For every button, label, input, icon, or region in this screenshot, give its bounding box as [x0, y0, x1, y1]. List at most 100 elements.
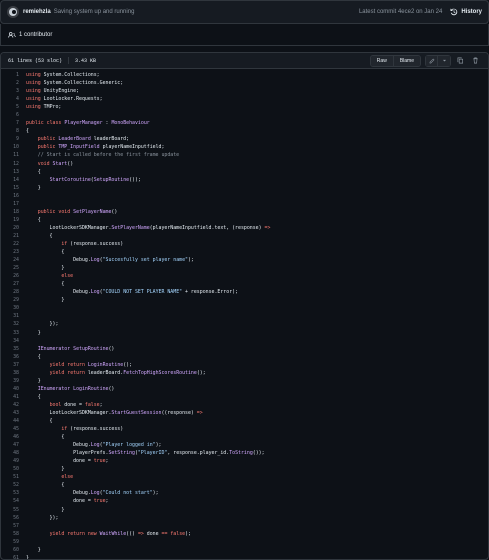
line-number[interactable]: 57: [1, 522, 19, 530]
line-number[interactable]: 5: [1, 103, 19, 111]
line-number[interactable]: 6: [1, 111, 19, 119]
line-number[interactable]: 32: [1, 320, 19, 328]
line-number[interactable]: 60: [1, 546, 19, 554]
line-number[interactable]: 50: [1, 465, 19, 473]
line-number[interactable]: 29: [1, 296, 19, 304]
line-number[interactable]: 26: [1, 272, 19, 280]
code-line: 31: [1, 312, 488, 320]
code-line: 32 });: [1, 320, 488, 328]
line-number[interactable]: 37: [1, 361, 19, 369]
latest-commit-info[interactable]: Latest commit 4ece2 on Jan 24: [359, 9, 442, 15]
contributors-label[interactable]: 1 contributor: [19, 32, 52, 38]
line-number[interactable]: 27: [1, 280, 19, 288]
line-source: using TMPro;: [26, 104, 62, 111]
line-number[interactable]: 16: [1, 192, 19, 200]
line-number[interactable]: 7: [1, 119, 19, 127]
line-number[interactable]: 58: [1, 530, 19, 538]
line-number[interactable]: 33: [1, 329, 19, 337]
line-number[interactable]: 18: [1, 208, 19, 216]
line-source: bool done = false;: [49, 401, 103, 408]
line-number[interactable]: 3: [1, 87, 19, 95]
line-source: {: [26, 393, 41, 400]
history-button[interactable]: History: [450, 8, 482, 16]
line-number[interactable]: 44: [1, 417, 19, 425]
line-number[interactable]: 20: [1, 224, 19, 232]
edit-button[interactable]: [426, 55, 438, 66]
line-number[interactable]: 39: [1, 377, 19, 385]
line-source: {: [26, 168, 41, 175]
line-number[interactable]: 12: [1, 160, 19, 168]
line-number[interactable]: 15: [1, 184, 19, 192]
code-listing[interactable]: 1 using System.Collections; 2 using System.…: [1, 71, 488, 559]
code-line: 17: [1, 200, 488, 208]
code-line: 19 {: [1, 216, 488, 224]
line-number[interactable]: 17: [1, 200, 19, 208]
raw-button[interactable]: Raw: [370, 55, 394, 66]
line-number[interactable]: 43: [1, 409, 19, 417]
code-line: 56 });: [1, 514, 488, 522]
line-number[interactable]: 28: [1, 288, 19, 296]
line-source: }: [26, 184, 41, 191]
line-source: [19, 337, 26, 345]
author-avatar[interactable]: [7, 6, 19, 18]
line-number[interactable]: 42: [1, 401, 19, 409]
code-line: 37 yield return LoginRoutine();: [1, 361, 488, 369]
code-line: 40 IEnumerator LoginRoutine(): [1, 385, 488, 393]
edit-dropdown-button[interactable]: [438, 55, 450, 66]
line-number[interactable]: 35: [1, 345, 19, 353]
line-number[interactable]: 24: [1, 256, 19, 264]
line-source: {: [26, 281, 65, 288]
line-number[interactable]: 2: [1, 79, 19, 87]
line-number[interactable]: 38: [1, 369, 19, 377]
commit-message[interactable]: Saving system up and running: [54, 9, 135, 15]
blame-button[interactable]: Blame: [393, 55, 420, 66]
line-number[interactable]: 25: [1, 264, 19, 272]
line-number[interactable]: 11: [1, 151, 19, 159]
copy-button[interactable]: [454, 56, 466, 66]
code-line: 42 bool done = false;: [1, 401, 488, 409]
line-number[interactable]: 52: [1, 481, 19, 489]
line-number[interactable]: 55: [1, 506, 19, 514]
line-number[interactable]: 48: [1, 449, 19, 457]
line-number[interactable]: 31: [1, 312, 19, 320]
line-number[interactable]: 49: [1, 457, 19, 465]
line-number[interactable]: 21: [1, 232, 19, 240]
line-number[interactable]: 34: [1, 337, 19, 345]
line-number[interactable]: 8: [1, 127, 19, 135]
line-number[interactable]: 61: [1, 554, 19, 559]
file-size: 3.43 KB: [75, 57, 97, 64]
line-number[interactable]: 40: [1, 385, 19, 393]
code-line: 34: [1, 337, 488, 345]
line-number[interactable]: 47: [1, 441, 19, 449]
line-number[interactable]: 9: [1, 135, 19, 143]
line-source: else: [61, 474, 74, 481]
line-number[interactable]: 19: [1, 216, 19, 224]
line-number[interactable]: 45: [1, 425, 19, 433]
line-number[interactable]: 23: [1, 248, 19, 256]
line-number[interactable]: 51: [1, 473, 19, 481]
line-number[interactable]: 59: [1, 538, 19, 546]
history-icon: [450, 8, 458, 16]
line-source: {: [26, 216, 41, 223]
line-source: // Start is called before the first fram…: [37, 152, 180, 159]
line-number[interactable]: 36: [1, 353, 19, 361]
line-number[interactable]: 30: [1, 304, 19, 312]
commit-author[interactable]: remiehzla: [23, 9, 51, 15]
line-number[interactable]: 22: [1, 240, 19, 248]
line-number[interactable]: 1: [1, 71, 19, 79]
line-number[interactable]: 10: [1, 143, 19, 151]
line-number[interactable]: 41: [1, 393, 19, 401]
line-number[interactable]: 53: [1, 489, 19, 497]
line-source: if (response.success): [61, 240, 124, 247]
line-number[interactable]: 54: [1, 497, 19, 505]
line-number[interactable]: 13: [1, 168, 19, 176]
code-line: 13 {: [1, 168, 488, 176]
delete-button[interactable]: [469, 56, 481, 66]
line-number[interactable]: 56: [1, 514, 19, 522]
code-line: 61}: [1, 554, 488, 559]
line-source: using UnityEngine;: [26, 88, 80, 95]
code-line: 43 LootLockerSDKManager.StartGuestSessio…: [1, 409, 488, 417]
line-number[interactable]: 14: [1, 176, 19, 184]
line-number[interactable]: 4: [1, 95, 19, 103]
line-number[interactable]: 46: [1, 433, 19, 441]
